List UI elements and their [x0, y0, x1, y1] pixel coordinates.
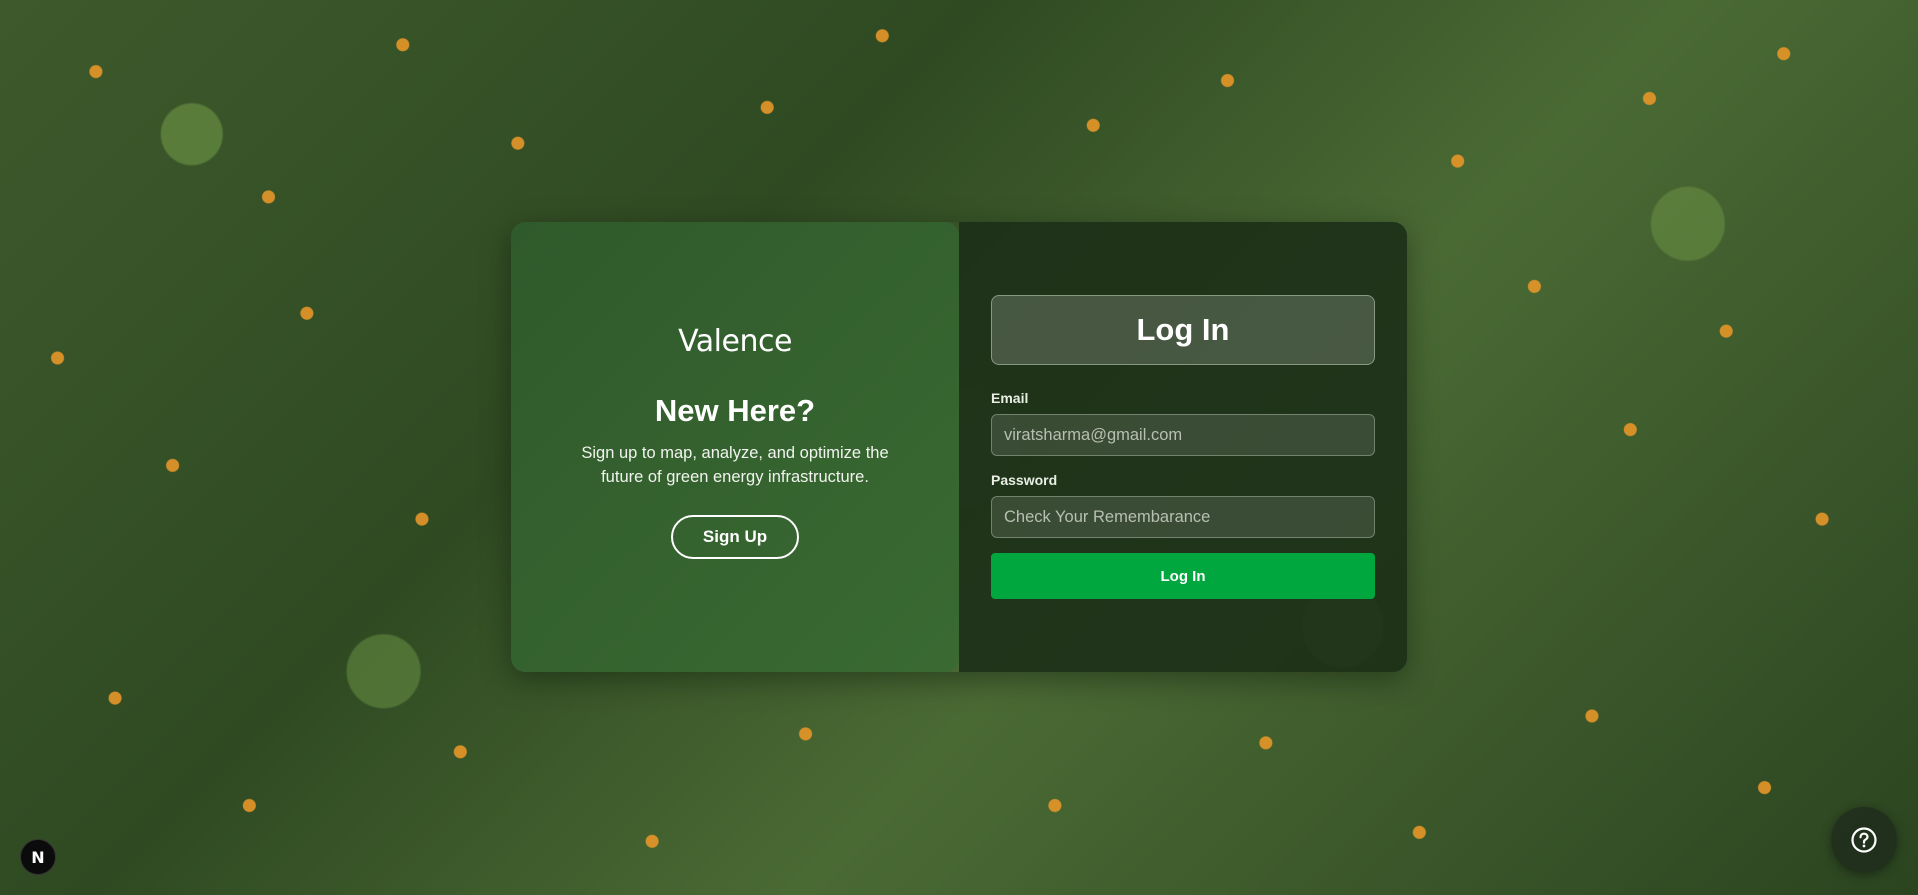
signup-button[interactable]: Sign Up: [671, 515, 799, 559]
login-button[interactable]: Log In: [991, 553, 1375, 599]
password-label: Password: [991, 472, 1058, 488]
question-circle-icon: [1851, 827, 1877, 853]
signup-panel: Valence New Here? Sign up to map, analyz…: [511, 222, 959, 672]
email-label: Email: [991, 390, 1029, 406]
login-panel: Log In Email Password Log In: [959, 222, 1407, 672]
nextjs-badge-icon[interactable]: N: [20, 839, 56, 875]
signup-heading: New Here?: [654, 393, 816, 428]
password-field[interactable]: [991, 496, 1375, 538]
help-button[interactable]: [1831, 807, 1897, 873]
signup-description: Sign up to map, analyze, and optimize th…: [581, 444, 889, 486]
brand-logo: Valence: [678, 324, 792, 359]
login-title: Log In: [991, 295, 1375, 365]
auth-card: Valence New Here? Sign up to map, analyz…: [511, 222, 1407, 672]
email-field[interactable]: [991, 414, 1375, 456]
